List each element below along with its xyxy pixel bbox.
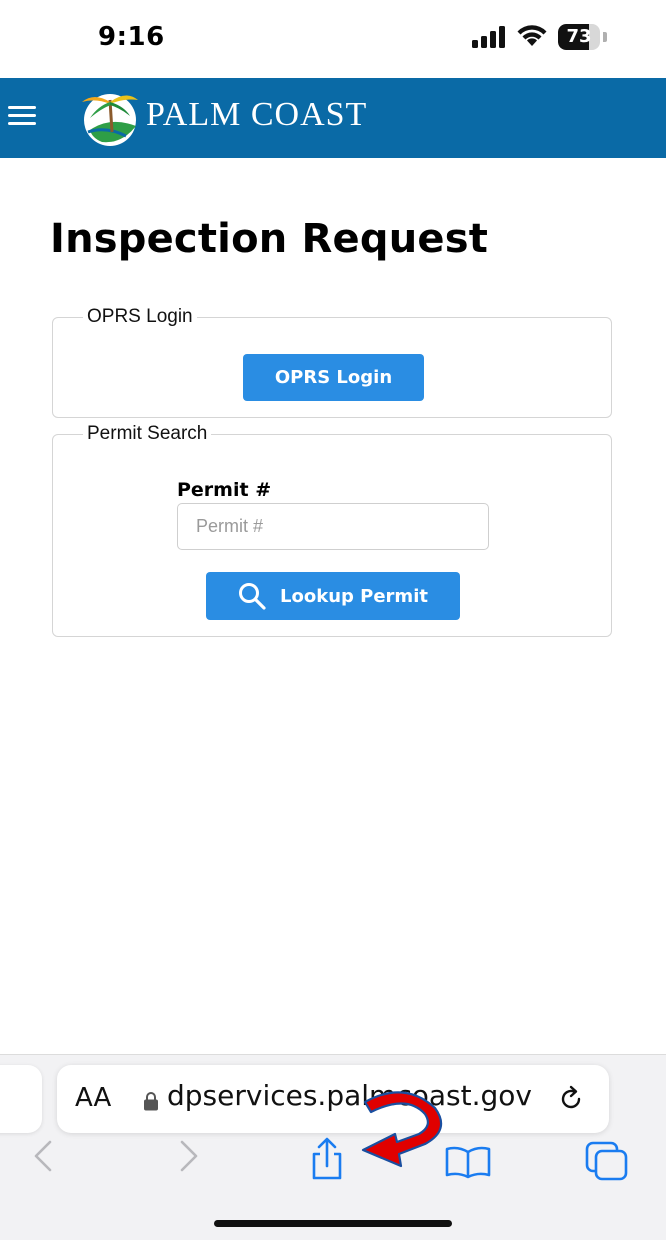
status-time: 9:16 [98, 22, 165, 52]
reload-icon[interactable] [557, 1085, 585, 1113]
permit-search-section: Permit Search Permit # Lookup Permit [52, 423, 612, 637]
wifi-icon [517, 25, 547, 46]
forward-icon[interactable] [176, 1138, 202, 1174]
lookup-permit-button-label: Lookup Permit [280, 585, 428, 607]
status-bar: 9:16 73 [0, 0, 666, 78]
oprs-login-button-label: OPRS Login [274, 367, 393, 388]
oprs-login-legend: OPRS Login [87, 306, 193, 327]
palm-coast-logo[interactable]: PALM COAST [76, 84, 376, 152]
address-bar[interactable]: AA dpservices.palmcoast.gov [57, 1065, 609, 1133]
home-indicator [214, 1220, 452, 1227]
previous-tab-card[interactable] [0, 1065, 42, 1133]
text-size-button[interactable]: AA [75, 1083, 111, 1113]
lookup-permit-button[interactable]: Lookup Permit [206, 572, 460, 620]
search-icon [239, 583, 266, 610]
permit-search-legend: Permit Search [87, 423, 208, 444]
url-text[interactable]: dpservices.palmcoast.gov [167, 1079, 532, 1112]
palm-tree-logo-icon [82, 94, 138, 146]
share-icon[interactable] [306, 1136, 348, 1182]
lock-icon [144, 1092, 158, 1111]
hamburger-menu-icon[interactable] [8, 104, 36, 128]
signal-icon [472, 26, 505, 48]
permit-number-input[interactable] [177, 503, 489, 550]
battery-icon: 73 [558, 24, 610, 50]
site-header: PALM COAST [0, 78, 666, 158]
tabs-icon[interactable] [584, 1140, 630, 1182]
bookmarks-icon[interactable] [444, 1144, 492, 1180]
oprs-login-section: OPRS Login OPRS Login [52, 306, 612, 418]
page-title: Inspection Request [50, 216, 489, 262]
back-icon[interactable] [30, 1138, 56, 1174]
permit-number-label: Permit # [177, 479, 272, 501]
oprs-login-button[interactable]: OPRS Login [243, 354, 424, 401]
logo-text: PALM COAST [146, 96, 368, 133]
battery-level: 73 [566, 26, 592, 47]
